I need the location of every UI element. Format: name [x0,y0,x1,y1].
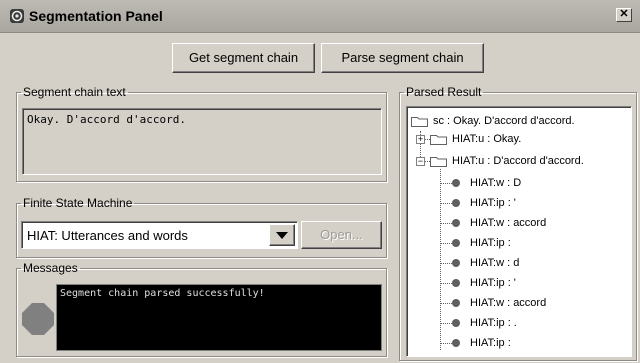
tree-leaf[interactable]: HIAT:w : D [452,175,521,191]
open-fsm-button[interactable]: Open... [301,221,382,249]
folder-icon [430,134,447,145]
leaf-node-icon [452,299,460,308]
parse-segment-chain-button[interactable]: Parse segment chain [321,43,484,73]
folder-icon [411,116,428,127]
leaf-node-icon [452,219,460,228]
leaf-node-icon [452,279,460,288]
tree-leaf-label: HIAT:w : accord [470,297,547,309]
tree-leaf[interactable]: HIAT:w : accord [452,215,546,231]
status-light-icon [22,303,54,335]
leaf-node-icon [452,319,460,328]
tree-leaf-label: HIAT:ip : ' [470,277,516,289]
tree-leaf[interactable]: HIAT:ip : ' [452,195,516,211]
parsed-result-legend: Parsed Result [406,85,482,99]
leaf-node-icon [452,339,460,348]
collapse-u2-toggle[interactable]: − [416,157,425,166]
dropdown-arrow-icon [276,232,288,239]
tree-leaf[interactable]: HIAT:w : d [452,255,519,271]
leaf-node-icon [452,259,460,268]
fsm-select[interactable]: HIAT: Utterances and words [21,221,298,249]
fsm-dropdown-button[interactable] [269,224,295,246]
parsed-result-tree[interactable]: sc : Okay. D'accord d'accord. + HIAT:u :… [406,106,632,357]
leaf-node-icon [452,239,460,248]
segment-chain-legend: Segment chain text [23,85,126,99]
segment-chain-text: Okay. D'accord d'accord. [27,113,186,126]
tree-leaf[interactable]: HIAT:w : accord [452,295,546,311]
fsm-legend: Finite State Machine [23,196,133,210]
leaf-node-icon [452,199,460,208]
tree-leaf[interactable]: HIAT:ip : . [452,315,517,331]
messages-legend: Messages [23,261,78,275]
tree-root-label: sc : Okay. D'accord d'accord. [433,115,575,127]
leaf-node-icon [452,179,460,188]
tree-leaf[interactable]: HIAT:ip : [452,335,511,351]
tree-leaf-label: HIAT:w : d [470,257,520,269]
close-icon: ✕ [619,8,629,20]
tree-leaf-label: HIAT:ip : [470,337,511,349]
tree-root-node[interactable]: sc : Okay. D'accord d'accord. [411,113,575,129]
fsm-select-value: HIAT: Utterances and words [27,228,188,243]
folder-icon [430,156,447,167]
tree-leaf-label: HIAT:ip : . [470,317,517,329]
tree-leaf[interactable]: HIAT:ip : [452,235,511,251]
tree-node-u1-label: HIAT:u : Okay. [452,133,522,145]
messages-text: Segment chain parsed successfully! [60,288,265,299]
close-button[interactable]: ✕ [616,8,632,22]
tree-node-u2[interactable]: HIAT:u : D'accord d'accord. [430,153,584,169]
tree-node-u2-label: HIAT:u : D'accord d'accord. [452,155,584,167]
segment-chain-textarea[interactable]: Okay. D'accord d'accord. [22,108,382,175]
tree-leaf-label: HIAT:ip : ' [470,197,516,209]
window-title: Segmentation Panel [29,8,163,24]
tree-leaf-label: HIAT:w : accord [470,217,547,229]
tree-leaf[interactable]: HIAT:ip : ' [452,275,516,291]
get-segment-chain-button[interactable]: Get segment chain [172,43,315,73]
tree-leaf-label: HIAT:w : D [470,177,522,189]
segmentation-app-icon [9,8,25,24]
title-bar[interactable]: Segmentation Panel ✕ [0,0,640,33]
tree-node-u1[interactable]: HIAT:u : Okay. [430,131,521,147]
expand-u1-toggle[interactable]: + [416,135,425,144]
messages-console[interactable]: Segment chain parsed successfully! [56,284,382,351]
tree-leaf-label: HIAT:ip : [470,237,511,249]
